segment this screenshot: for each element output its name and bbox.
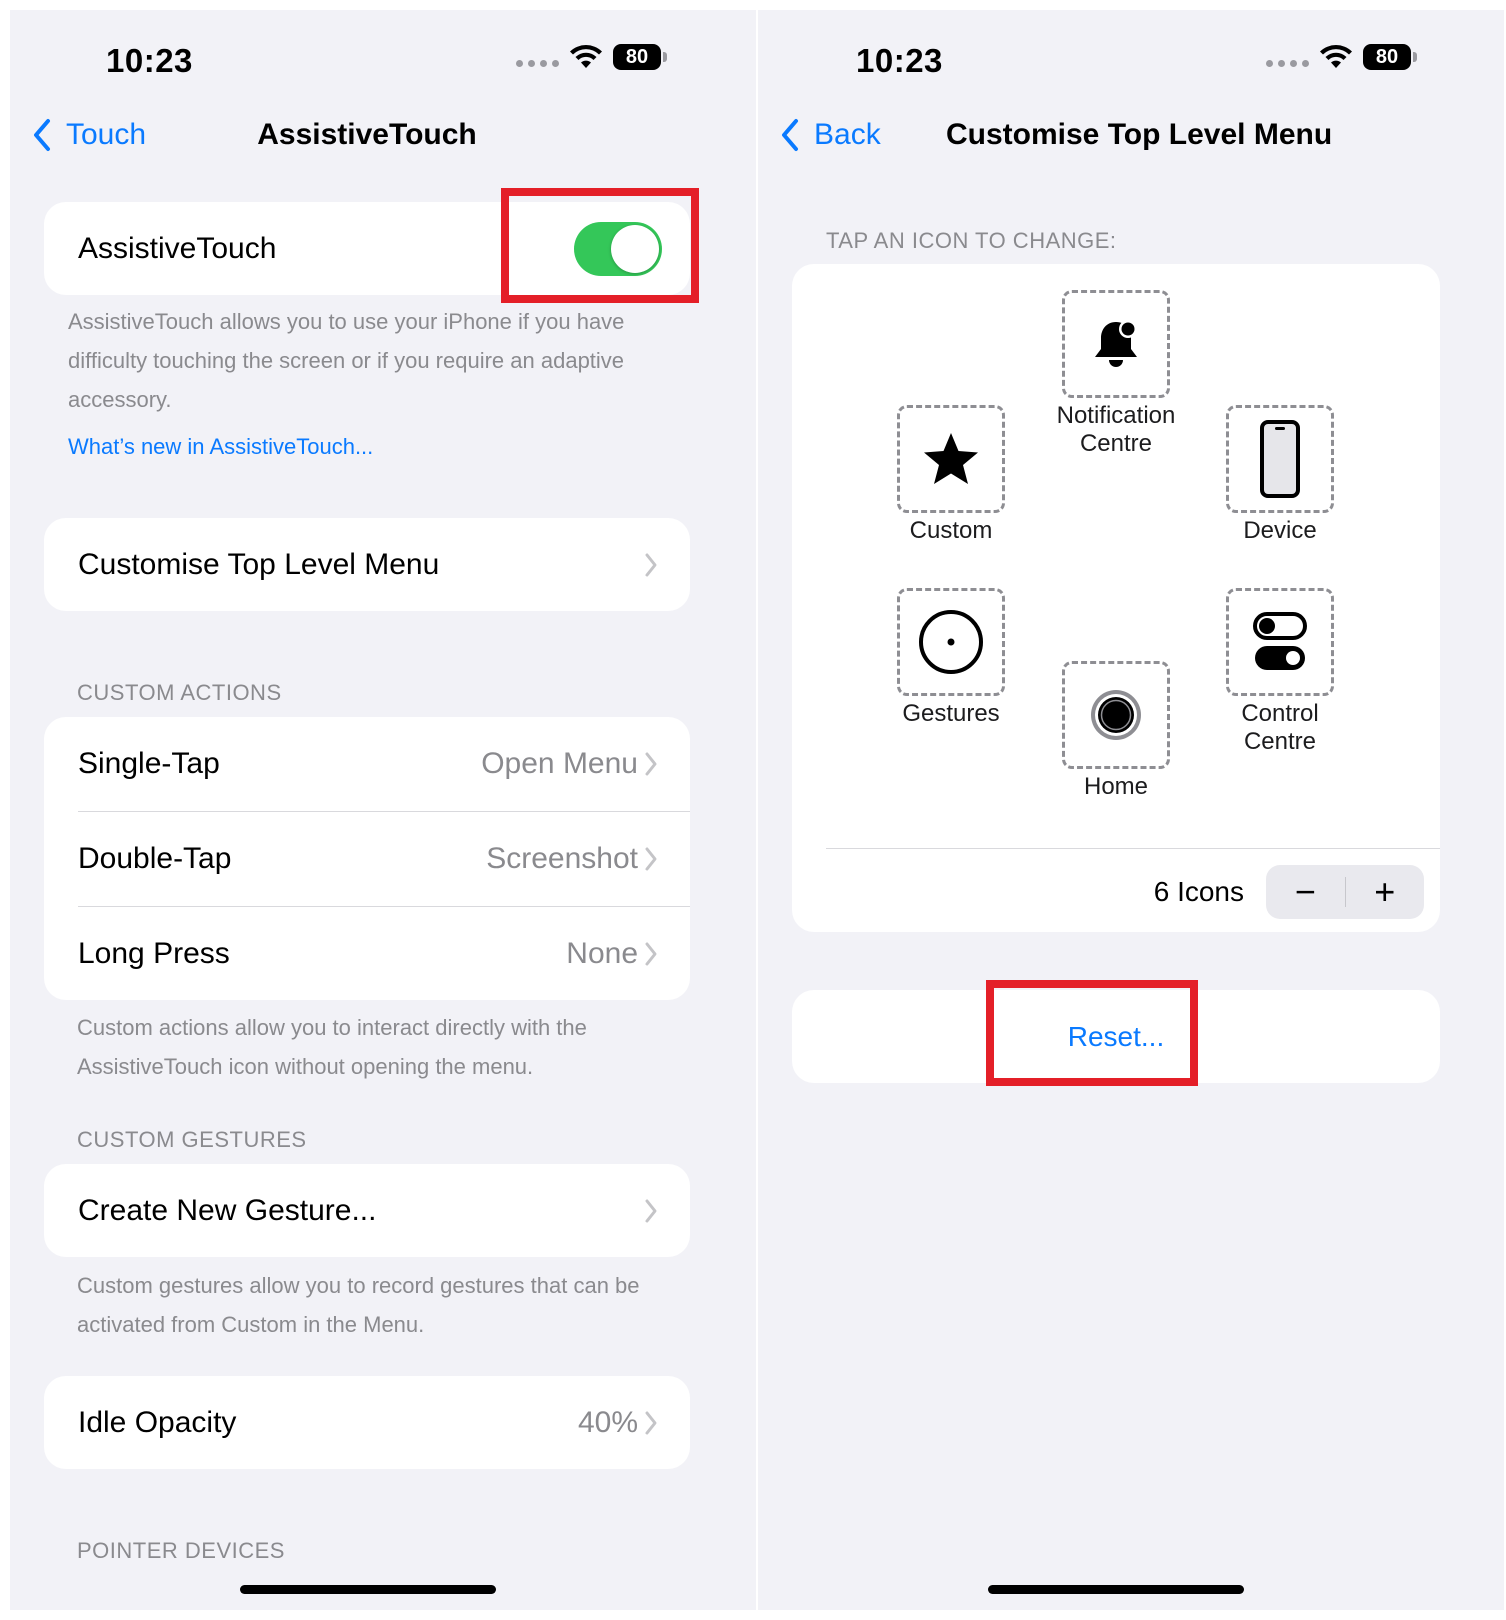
label-line: Notification bbox=[1056, 402, 1176, 429]
custom-actions-footer: Custom actions allow you to interact dir… bbox=[77, 1015, 587, 1079]
chevron-right-icon bbox=[645, 1411, 657, 1435]
long-press-row[interactable]: Long Press None bbox=[44, 907, 690, 1000]
chevron-right-icon bbox=[645, 752, 657, 776]
idle-opacity-value: 40% bbox=[577, 1405, 638, 1439]
home-indicator[interactable] bbox=[988, 1585, 1244, 1594]
home-button-icon bbox=[1091, 690, 1141, 740]
long-press-label: Long Press bbox=[78, 936, 230, 970]
notification-centre-slot[interactable] bbox=[1062, 290, 1170, 398]
customise-menu-row[interactable]: Customise Top Level Menu bbox=[44, 518, 690, 611]
custom-actions-header: CUSTOM ACTIONS bbox=[77, 680, 282, 705]
gesture-circle-icon bbox=[919, 610, 983, 674]
tap-icon-header: TAP AN ICON TO CHANGE: bbox=[826, 228, 1117, 253]
home-label: Home bbox=[1083, 773, 1149, 800]
custom-slot[interactable] bbox=[897, 405, 1005, 513]
iphone-icon bbox=[1260, 420, 1300, 498]
gestures-slot[interactable] bbox=[897, 588, 1005, 696]
home-slot[interactable] bbox=[1062, 661, 1170, 769]
custom-gestures-card[interactable]: Create New Gesture... bbox=[44, 1164, 690, 1257]
cellular-signal-icon bbox=[516, 59, 559, 67]
status-time: 10:23 bbox=[856, 42, 943, 79]
long-press-value: None bbox=[566, 936, 638, 970]
double-tap-value: Screenshot bbox=[486, 842, 638, 875]
custom-gestures-header: CUSTOM GESTURES bbox=[77, 1127, 307, 1152]
idle-opacity-label: Idle Opacity bbox=[78, 1405, 237, 1439]
icon-count: 6 Icons bbox=[1153, 876, 1244, 907]
wifi-icon bbox=[1320, 45, 1352, 68]
assistivetouch-label: AssistiveTouch bbox=[78, 231, 277, 265]
customise-menu-label: Customise Top Level Menu bbox=[78, 547, 440, 581]
status-time: 10:23 bbox=[106, 42, 193, 79]
create-gesture-label: Create New Gesture... bbox=[78, 1193, 377, 1227]
bell-icon bbox=[1095, 320, 1137, 367]
chevron-right-icon bbox=[645, 553, 657, 577]
single-tap-label: Single-Tap bbox=[78, 747, 220, 780]
battery-indicator: 80 bbox=[613, 44, 667, 70]
label-line: Centre bbox=[1079, 430, 1153, 457]
wifi-icon bbox=[570, 45, 602, 68]
idle-opacity-row[interactable]: Idle Opacity 40% bbox=[44, 1376, 690, 1469]
chevron-left-icon bbox=[782, 119, 798, 151]
chevron-right-icon bbox=[645, 847, 657, 871]
single-tap-value: Open Menu bbox=[481, 747, 638, 780]
label-line: Control bbox=[1241, 700, 1319, 727]
custom-label: Custom bbox=[909, 517, 993, 544]
highlight-box-toggle bbox=[501, 188, 699, 303]
assistivetouch-description: AssistiveTouch allows you to use your iP… bbox=[68, 309, 625, 412]
control-centre-slot[interactable] bbox=[1226, 588, 1334, 696]
back-label: Back bbox=[814, 118, 881, 151]
page-title: Customise Top Level Menu bbox=[946, 118, 1333, 151]
icon-layout-card: Notification Centre Custom Device Gestur… bbox=[792, 264, 1440, 932]
highlight-box-reset bbox=[986, 980, 1198, 1086]
create-gesture-row[interactable]: Create New Gesture... bbox=[44, 1164, 690, 1257]
customise-menu-card[interactable]: Customise Top Level Menu bbox=[44, 518, 690, 611]
single-tap-row[interactable]: Single-Tap Open Menu bbox=[44, 717, 690, 811]
chevron-right-icon bbox=[645, 1199, 657, 1223]
double-tap-label: Double-Tap bbox=[78, 842, 232, 875]
device-slot[interactable] bbox=[1226, 405, 1334, 513]
battery-indicator: 80 bbox=[1363, 44, 1417, 70]
decrement-button[interactable]: − bbox=[1266, 865, 1345, 919]
status-indicators: 80 bbox=[516, 44, 667, 70]
status-indicators: 80 bbox=[1266, 44, 1417, 70]
home-indicator[interactable] bbox=[240, 1585, 496, 1594]
icon-count-stepper: − + bbox=[1266, 865, 1424, 919]
double-tap-row[interactable]: Double-Tap Screenshot bbox=[44, 812, 690, 906]
increment-button[interactable]: + bbox=[1346, 865, 1425, 919]
whats-new-link[interactable]: What’s new in AssistiveTouch... bbox=[68, 434, 373, 460]
idle-opacity-card[interactable]: Idle Opacity 40% bbox=[44, 1376, 690, 1469]
label-line: Centre bbox=[1243, 728, 1317, 755]
custom-gestures-footer: Custom gestures allow you to record gest… bbox=[77, 1273, 640, 1337]
cellular-signal-icon bbox=[1266, 59, 1309, 67]
star-icon bbox=[924, 433, 978, 484]
toggles-icon bbox=[1253, 612, 1307, 670]
pointer-devices-header: POINTER DEVICES bbox=[77, 1538, 285, 1563]
chevron-right-icon bbox=[645, 942, 657, 966]
device-label: Device bbox=[1243, 517, 1317, 544]
notification-centre-label: Notification Centre bbox=[1006, 402, 1226, 458]
assistivetouch-settings-screen: 10:23 80 Touch AssistiveTouch AssistiveT… bbox=[10, 10, 756, 1610]
customise-menu-screen: 10:23 80 Back Customise Top Level Menu T… bbox=[758, 10, 1504, 1610]
back-button[interactable]: Back bbox=[780, 118, 881, 152]
control-centre-label: Control Centre bbox=[1170, 700, 1390, 756]
gestures-label: Gestures bbox=[902, 700, 1000, 727]
page-title: AssistiveTouch bbox=[257, 118, 477, 151]
icons-divider bbox=[826, 848, 1440, 849]
custom-actions-card: Single-Tap Open Menu Double-Tap Screensh… bbox=[44, 717, 690, 1000]
